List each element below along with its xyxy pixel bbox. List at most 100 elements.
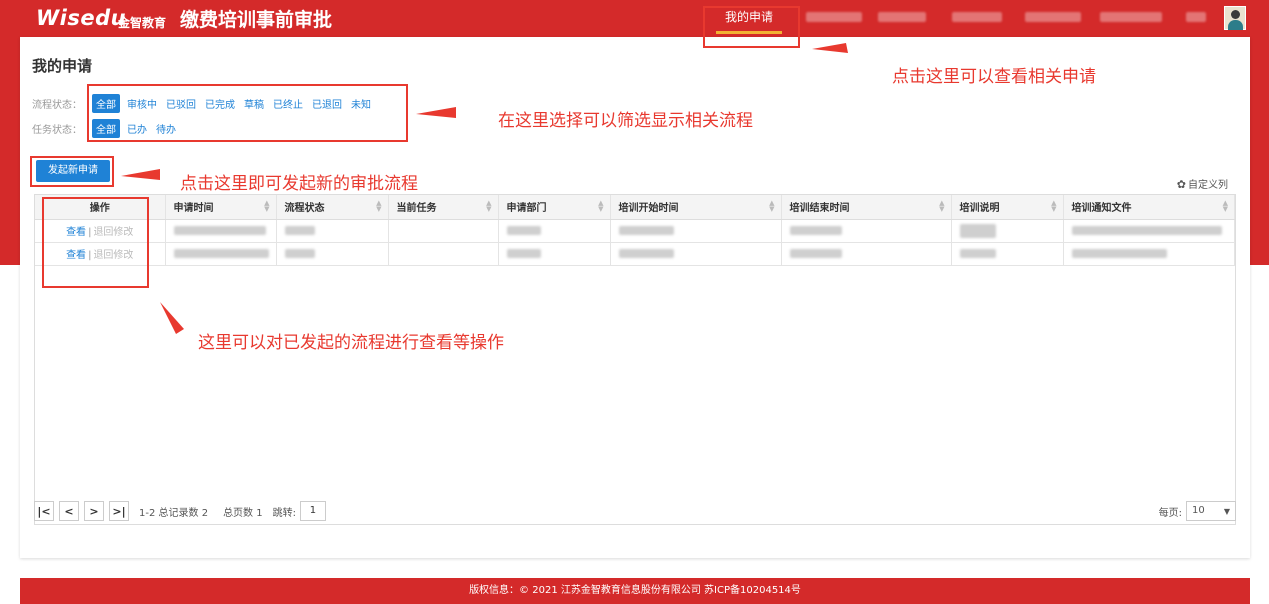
blurred-value bbox=[284, 225, 315, 235]
annotation-text-ops: 这里可以对已发起的流程进行查看等操作 bbox=[198, 333, 504, 353]
logo-cn: 金智教育 bbox=[118, 16, 167, 30]
nav-item-blurred-3[interactable] bbox=[952, 12, 1002, 22]
blurred-value bbox=[959, 223, 996, 238]
prev-page-button[interactable]: < bbox=[59, 501, 79, 521]
cell-blurred bbox=[165, 242, 277, 266]
applications-table: 操作 申请时间 ▲ ▼ 流程状态 ▲ ▼ 当前任务 ▲ ▼ 申请部门 ▲ ▼ 培训开始时间 ▲ ▼ … bbox=[34, 194, 1236, 525]
next-page-button[interactable]: > bbox=[84, 501, 104, 521]
jump-page-input[interactable]: 1 bbox=[299, 501, 326, 521]
record-summary: 1-2 总记录数 2 bbox=[139, 507, 209, 519]
pagination: |< < > >| 1-2 总记录数 2 总页数 1 跳转: 1 每页: 10 … bbox=[34, 499, 1236, 523]
column-header-label: 申请时间 bbox=[173, 203, 214, 215]
cell-blurred bbox=[951, 219, 1064, 243]
column-header-label: 培训结束时间 bbox=[789, 203, 850, 215]
column-header-flow-status[interactable]: 流程状态 ▲ ▼ bbox=[276, 195, 389, 220]
blurred-value bbox=[1071, 248, 1167, 258]
avatar-body bbox=[1228, 20, 1243, 30]
page-title: 我的申请 bbox=[32, 57, 93, 75]
cell-blurred bbox=[165, 219, 277, 243]
column-header-label: 当前任务 bbox=[396, 203, 437, 215]
app-title: 缴费培训事前审批 bbox=[180, 9, 333, 31]
cell-blurred bbox=[781, 219, 952, 243]
annotation-box-nav bbox=[703, 6, 800, 48]
chevron-down-icon: ▼ bbox=[1223, 507, 1230, 516]
cell-blurred bbox=[951, 242, 1064, 266]
table-header-row: 操作 申请时间 ▲ ▼ 流程状态 ▲ ▼ 当前任务 ▲ ▼ 申请部门 ▲ ▼ 培训开始时间 ▲ ▼ … bbox=[35, 195, 1235, 220]
column-header-label: 培训开始时间 bbox=[618, 203, 679, 215]
annotation-text-new: 点击这里即可发起新的审批流程 bbox=[180, 174, 418, 194]
user-avatar[interactable] bbox=[1224, 6, 1246, 30]
annotation-text-nav: 点击这里可以查看相关申请 bbox=[892, 67, 1096, 87]
cell-blurred bbox=[498, 242, 611, 266]
gear-icon: ✿ bbox=[1176, 178, 1186, 191]
first-page-button[interactable]: |< bbox=[34, 501, 54, 521]
annotation-box-new-button bbox=[30, 156, 114, 187]
cell-blurred bbox=[276, 219, 389, 243]
cell-blurred bbox=[498, 219, 611, 243]
logo-wordmark: Wisedu bbox=[36, 6, 127, 30]
column-header-apply-time[interactable]: 申请时间 ▲ ▼ bbox=[165, 195, 277, 220]
annotation-text-filters: 在这里选择可以筛选显示相关流程 bbox=[498, 111, 753, 131]
blurred-value bbox=[959, 248, 996, 258]
cell-blurred bbox=[610, 242, 782, 266]
custom-columns-label: 自定义列 bbox=[1188, 180, 1228, 191]
column-header-training-desc[interactable]: 培训说明 ▲ ▼ bbox=[951, 195, 1064, 220]
avatar-face bbox=[1231, 10, 1240, 19]
sort-icon[interactable]: ▲ ▼ bbox=[1223, 200, 1228, 213]
column-header-label: 申请部门 bbox=[506, 203, 547, 215]
blurred-value bbox=[618, 225, 674, 235]
nav-item-blurred-2[interactable] bbox=[878, 12, 926, 22]
annotation-box-actions bbox=[42, 197, 149, 288]
nav-item-blurred-1[interactable] bbox=[806, 12, 862, 22]
custom-columns-button[interactable]: ✿ 自定义列 bbox=[1177, 176, 1228, 191]
sort-icon[interactable]: ▲ ▼ bbox=[769, 200, 774, 213]
table-row: 查看 | 退回修改 bbox=[35, 219, 1235, 243]
footer: 版权信息：© 2021 江苏金智教育信息股份有限公司 苏ICP备10204514… bbox=[20, 578, 1250, 604]
sort-icon[interactable]: ▲ ▼ bbox=[598, 200, 603, 213]
cell-empty bbox=[388, 219, 499, 243]
flow-status-label: 流程状态： bbox=[32, 99, 82, 111]
sort-icon[interactable]: ▲ ▼ bbox=[486, 200, 491, 213]
column-header-label: 流程状态 bbox=[284, 203, 325, 215]
nav-item-blurred-4[interactable] bbox=[1025, 12, 1081, 22]
blurred-value bbox=[789, 248, 842, 258]
per-page-select[interactable]: 10 ▼ bbox=[1186, 501, 1236, 521]
nav-item-blurred-6[interactable] bbox=[1186, 12, 1206, 22]
nav-item-blurred-5[interactable] bbox=[1100, 12, 1162, 22]
blurred-value bbox=[506, 225, 541, 235]
annotation-box-filters bbox=[87, 84, 408, 142]
blurred-value bbox=[1071, 225, 1222, 235]
column-header-training-start[interactable]: 培训开始时间 ▲ ▼ bbox=[610, 195, 782, 220]
blurred-value bbox=[284, 248, 315, 258]
per-page-label: 每页: bbox=[1158, 507, 1182, 519]
cell-blurred bbox=[276, 242, 389, 266]
sort-icon[interactable]: ▲ ▼ bbox=[939, 200, 944, 213]
column-header-department[interactable]: 申请部门 ▲ ▼ bbox=[498, 195, 611, 220]
column-header-training-end[interactable]: 培训结束时间 ▲ ▼ bbox=[781, 195, 952, 220]
total-pages: 总页数 1 bbox=[223, 507, 263, 519]
jump-label: 跳转: bbox=[272, 507, 296, 519]
cell-blurred bbox=[1063, 219, 1235, 243]
cell-blurred bbox=[1063, 242, 1235, 266]
sort-icon[interactable]: ▲ ▼ bbox=[264, 200, 269, 213]
sort-icon[interactable]: ▲ ▼ bbox=[376, 200, 381, 213]
blurred-value bbox=[618, 248, 674, 258]
column-header-label: 培训说明 bbox=[959, 203, 1000, 215]
task-status-label: 任务状态： bbox=[32, 124, 82, 136]
cell-empty bbox=[388, 242, 499, 266]
header: Wisedu 金智教育 缴费培训事前审批 我的申请 bbox=[0, 0, 1269, 36]
blurred-value bbox=[173, 248, 269, 258]
last-page-button[interactable]: >| bbox=[109, 501, 129, 521]
per-page-control: 每页: 10 ▼ bbox=[1159, 501, 1236, 521]
column-header-notice-file[interactable]: 培训通知文件 ▲ ▼ bbox=[1063, 195, 1235, 220]
blurred-value bbox=[789, 225, 842, 235]
column-header-label: 培训通知文件 bbox=[1071, 203, 1132, 215]
blurred-value bbox=[173, 225, 266, 235]
table-row: 查看 | 退回修改 bbox=[35, 242, 1235, 266]
blurred-value bbox=[506, 248, 541, 258]
cell-blurred bbox=[610, 219, 782, 243]
column-header-current-task[interactable]: 当前任务 ▲ ▼ bbox=[388, 195, 499, 220]
cell-blurred bbox=[781, 242, 952, 266]
sort-icon[interactable]: ▲ ▼ bbox=[1051, 200, 1056, 213]
per-page-value: 10 bbox=[1192, 505, 1205, 516]
